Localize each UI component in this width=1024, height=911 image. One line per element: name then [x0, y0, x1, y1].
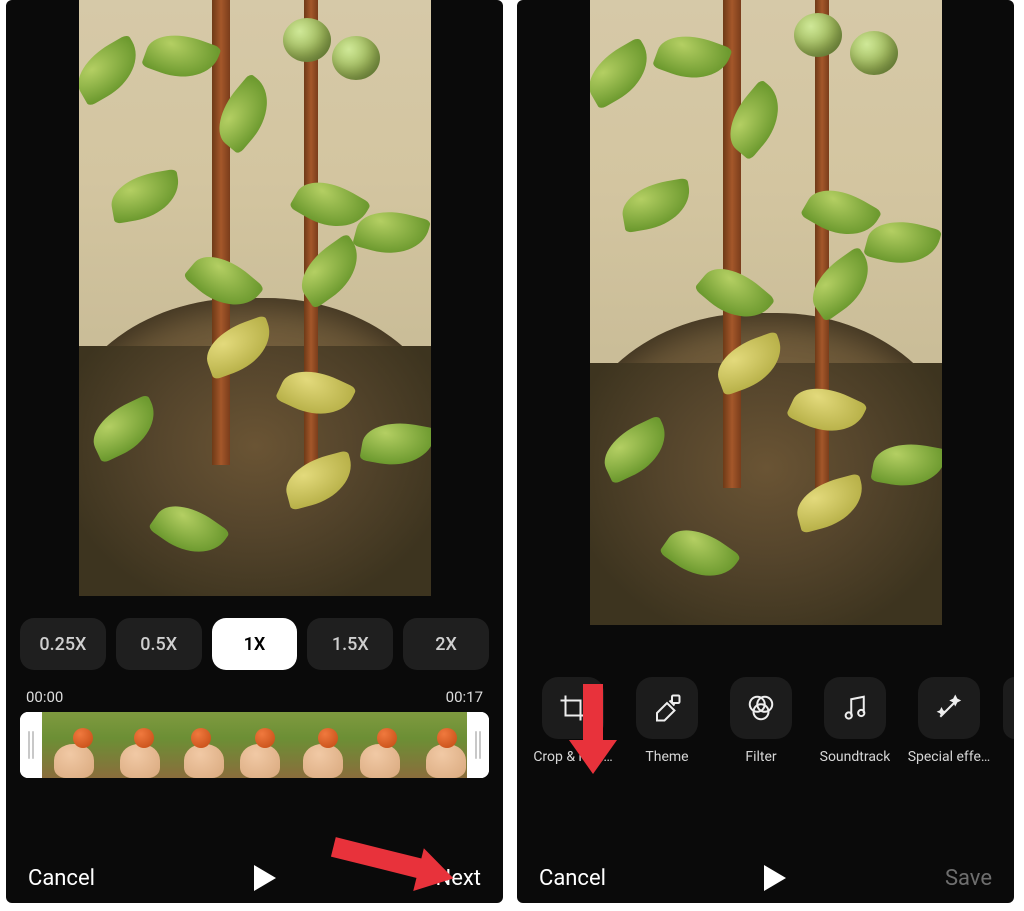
crop-icon: [558, 693, 588, 723]
filter-icon: [746, 693, 776, 723]
speed-selector: 0.25X 0.5X 1X 1.5X 2X: [6, 596, 503, 678]
play-icon[interactable]: [764, 865, 786, 891]
music-icon: [840, 693, 870, 723]
soundtrack-button[interactable]: [824, 677, 886, 739]
tool-label: Crop & rota…: [533, 749, 612, 765]
tool-label: Soundtrack: [820, 749, 891, 765]
cancel-button[interactable]: Cancel: [539, 866, 606, 891]
edit-toolbar: Crop & rota… Theme Filter Soundtrack: [517, 669, 1014, 765]
theme-icon: [652, 693, 682, 723]
cancel-button[interactable]: Cancel: [28, 866, 95, 891]
save-button[interactable]: Save: [945, 866, 992, 891]
trim-handle-left[interactable]: [20, 712, 42, 778]
edit-tools-screen: Crop & rota… Theme Filter Soundtrack: [517, 0, 1014, 903]
speed-option-0[interactable]: 0.25X: [20, 618, 106, 670]
speed-option-4[interactable]: 2X: [403, 618, 489, 670]
play-icon[interactable]: [254, 865, 276, 891]
crop-rotate-button[interactable]: [542, 677, 604, 739]
trim-handle-right[interactable]: [467, 712, 489, 778]
next-button[interactable]: Next: [436, 866, 481, 891]
speed-selection-screen: 0.25X 0.5X 1X 1.5X 2X 00:00 00:17 Cancel…: [6, 0, 503, 903]
time-start: 00:00: [26, 688, 63, 706]
tool-label: Special effe…: [908, 749, 991, 765]
theme-button[interactable]: [636, 677, 698, 739]
speed-option-2[interactable]: 1X: [212, 618, 298, 670]
sparkle-icon: [934, 693, 964, 723]
video-preview: [79, 0, 431, 596]
speed-option-1[interactable]: 0.5X: [116, 618, 202, 670]
more-tools[interactable]: [1003, 677, 1014, 739]
speed-option-3[interactable]: 1.5X: [307, 618, 393, 670]
timeline-times: 00:00 00:17: [6, 678, 503, 710]
tool-label: Theme: [645, 749, 688, 765]
tool-label: Filter: [745, 749, 776, 765]
special-effects-button[interactable]: [918, 677, 980, 739]
time-end: 00:17: [446, 688, 483, 706]
trim-strip[interactable]: [20, 712, 489, 778]
filter-button[interactable]: [730, 677, 792, 739]
video-preview: [590, 0, 942, 625]
